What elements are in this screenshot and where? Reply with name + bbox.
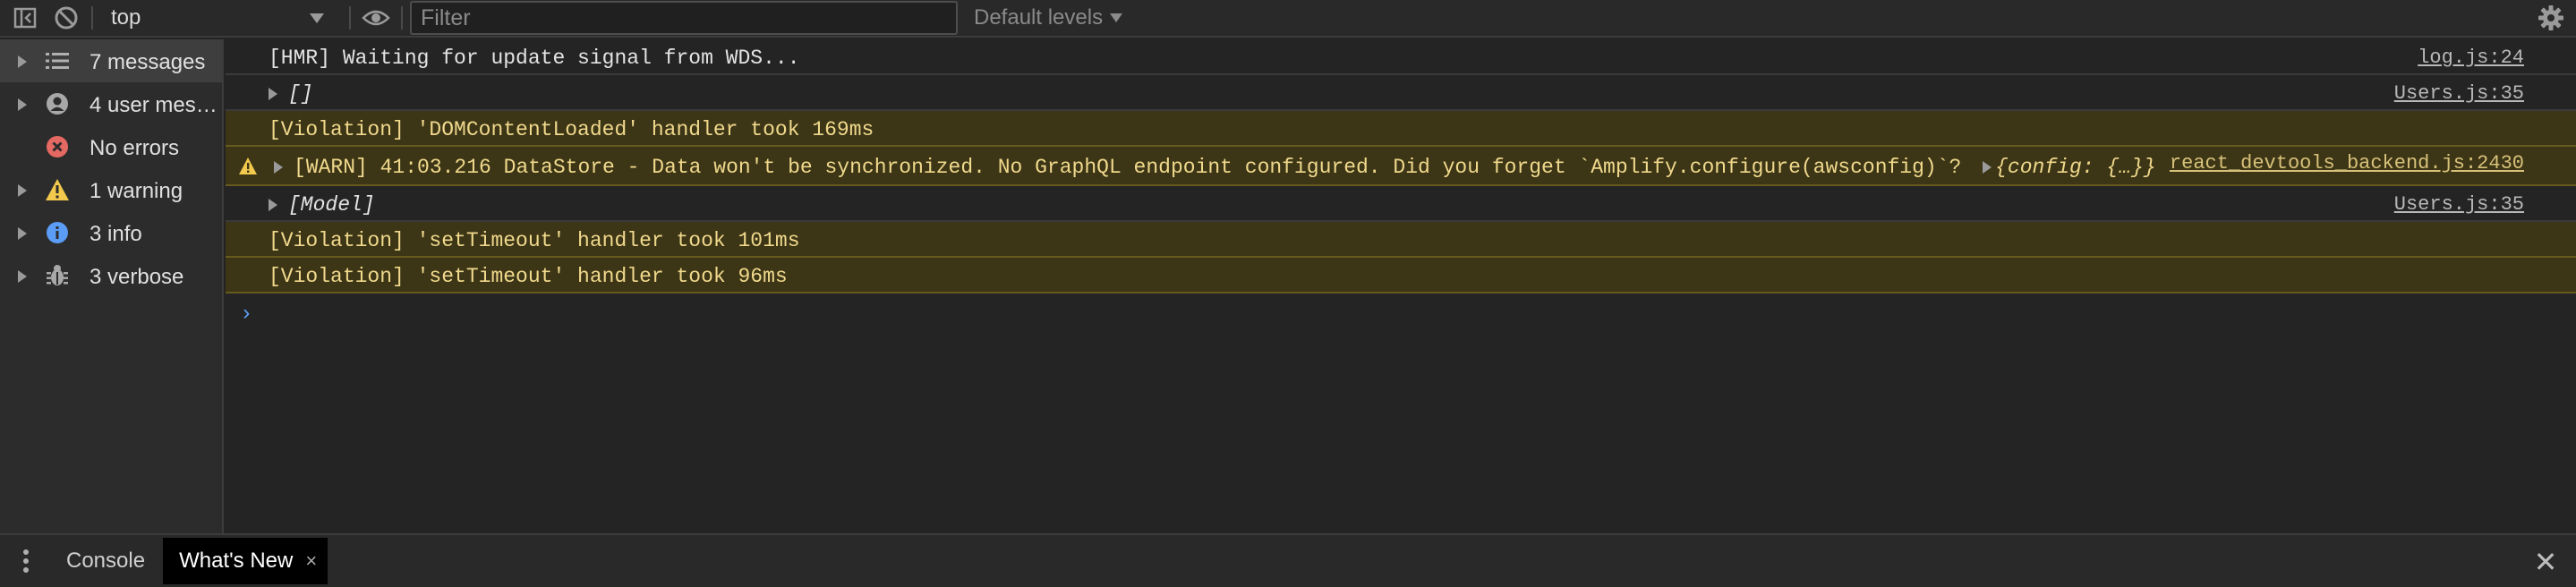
expand-arrow-icon[interactable] bbox=[18, 270, 27, 283]
message-content: [Model] bbox=[269, 193, 375, 217]
chevron-down-icon bbox=[1110, 13, 1123, 22]
console-messages: [HMR] Waiting for update signal from WDS… bbox=[226, 39, 2576, 533]
warning-message[interactable]: [WARN] 41:03.216 DataStore - Data won't … bbox=[226, 147, 2576, 186]
gear-icon[interactable] bbox=[2531, 0, 2571, 36]
warning-icon bbox=[45, 177, 70, 202]
chevron-down-icon bbox=[310, 13, 324, 23]
expand-arrow-icon[interactable] bbox=[18, 227, 27, 240]
message-text: [Violation] 'setTimeout' handler took 10… bbox=[269, 229, 800, 252]
info-icon bbox=[45, 220, 70, 245]
source-link[interactable]: react_devtools_backend.js:2430 bbox=[2170, 152, 2524, 174]
tab-console[interactable]: Console bbox=[54, 538, 158, 584]
message-object[interactable]: {config: {…}} bbox=[1995, 156, 2155, 179]
list-icon bbox=[45, 48, 70, 73]
console-prompt[interactable]: › bbox=[240, 302, 252, 327]
violation-message[interactable]: [Violation] 'DOMContentLoaded' handler t… bbox=[226, 111, 2576, 147]
expand-arrow-icon[interactable] bbox=[18, 184, 27, 197]
clear-console-icon[interactable] bbox=[48, 0, 84, 36]
log-levels-label: Default levels bbox=[974, 5, 1104, 30]
tab-label: What's New bbox=[179, 549, 294, 573]
log-levels-dropdown[interactable]: Default levels bbox=[974, 5, 1123, 30]
expand-arrow-icon[interactable] bbox=[269, 198, 277, 211]
source-link[interactable]: log.js:24 bbox=[2418, 47, 2524, 69]
show-sidebar-icon[interactable] bbox=[7, 0, 43, 36]
message-content: [WARN] 41:03.216 DataStore - Data won't … bbox=[274, 156, 2156, 179]
sidebar-item-label: 3 info bbox=[90, 222, 142, 246]
expand-arrow-icon[interactable] bbox=[18, 55, 27, 68]
context-selector[interactable]: top bbox=[100, 0, 342, 36]
console-sidebar: 7 messages 4 user mes… No errors 1 warni… bbox=[0, 39, 224, 533]
sidebar-item-label: No errors bbox=[90, 136, 180, 160]
tab-label: Console bbox=[66, 549, 146, 573]
console-message[interactable]: [Model] Users.js:35 bbox=[226, 186, 2576, 222]
sidebar-item-verbose[interactable]: 3 verbose bbox=[0, 254, 222, 297]
toolbar-divider bbox=[349, 6, 351, 30]
expand-arrow-icon[interactable] bbox=[269, 87, 277, 100]
source-link[interactable]: Users.js:35 bbox=[2394, 82, 2524, 105]
sidebar-item-label: 3 verbose bbox=[90, 265, 184, 289]
expand-arrow-icon[interactable] bbox=[18, 98, 27, 111]
expand-arrow-icon[interactable] bbox=[1983, 160, 1992, 174]
console-message[interactable]: [HMR] Waiting for update signal from WDS… bbox=[226, 39, 2576, 75]
tab-whats-new[interactable]: What's New × bbox=[163, 538, 328, 584]
violation-message[interactable]: [Violation] 'setTimeout' handler took 96… bbox=[226, 258, 2576, 294]
expand-arrow-icon[interactable] bbox=[274, 160, 283, 174]
message-text: [WARN] 41:03.216 DataStore - Data won't … bbox=[294, 156, 1962, 179]
bug-icon bbox=[45, 263, 70, 288]
sidebar-item-messages[interactable]: 7 messages bbox=[0, 39, 222, 82]
sidebar-item-warnings[interactable]: 1 warning bbox=[0, 168, 222, 211]
filter-input[interactable] bbox=[410, 1, 958, 35]
console-message[interactable]: [] Users.js:35 bbox=[226, 75, 2576, 111]
message-text: [Violation] 'setTimeout' handler took 96… bbox=[269, 265, 788, 288]
toolbar-divider bbox=[91, 6, 93, 30]
close-icon[interactable]: × bbox=[305, 549, 317, 573]
sidebar-item-label: 7 messages bbox=[90, 50, 206, 74]
sidebar-item-info[interactable]: 3 info bbox=[0, 211, 222, 254]
message-text: [] bbox=[288, 82, 313, 106]
more-tabs-icon[interactable] bbox=[0, 536, 52, 586]
error-icon bbox=[45, 134, 70, 159]
drawer-tabbar: Console What's New × ✕ bbox=[0, 533, 2576, 587]
sidebar-item-label: 1 warning bbox=[90, 179, 183, 203]
live-expression-eye-icon[interactable] bbox=[358, 0, 394, 36]
sidebar-item-user-messages[interactable]: 4 user mes… bbox=[0, 82, 222, 125]
message-content: [] bbox=[269, 82, 313, 106]
user-icon bbox=[45, 91, 70, 116]
sidebar-item-label: 4 user mes… bbox=[90, 93, 218, 117]
toolbar-divider bbox=[401, 6, 403, 30]
source-link[interactable]: Users.js:35 bbox=[2394, 193, 2524, 216]
console-toolbar: top Default levels bbox=[0, 0, 2576, 38]
context-label: top bbox=[111, 5, 141, 30]
message-text: [HMR] Waiting for update signal from WDS… bbox=[269, 47, 800, 70]
sidebar-item-errors[interactable]: No errors bbox=[0, 125, 222, 168]
violation-message[interactable]: [Violation] 'setTimeout' handler took 10… bbox=[226, 222, 2576, 258]
message-text: [Model] bbox=[288, 193, 375, 217]
close-drawer-icon[interactable]: ✕ bbox=[2526, 542, 2565, 582]
warning-icon bbox=[239, 157, 257, 174]
message-text: [Violation] 'DOMContentLoaded' handler t… bbox=[269, 118, 874, 141]
